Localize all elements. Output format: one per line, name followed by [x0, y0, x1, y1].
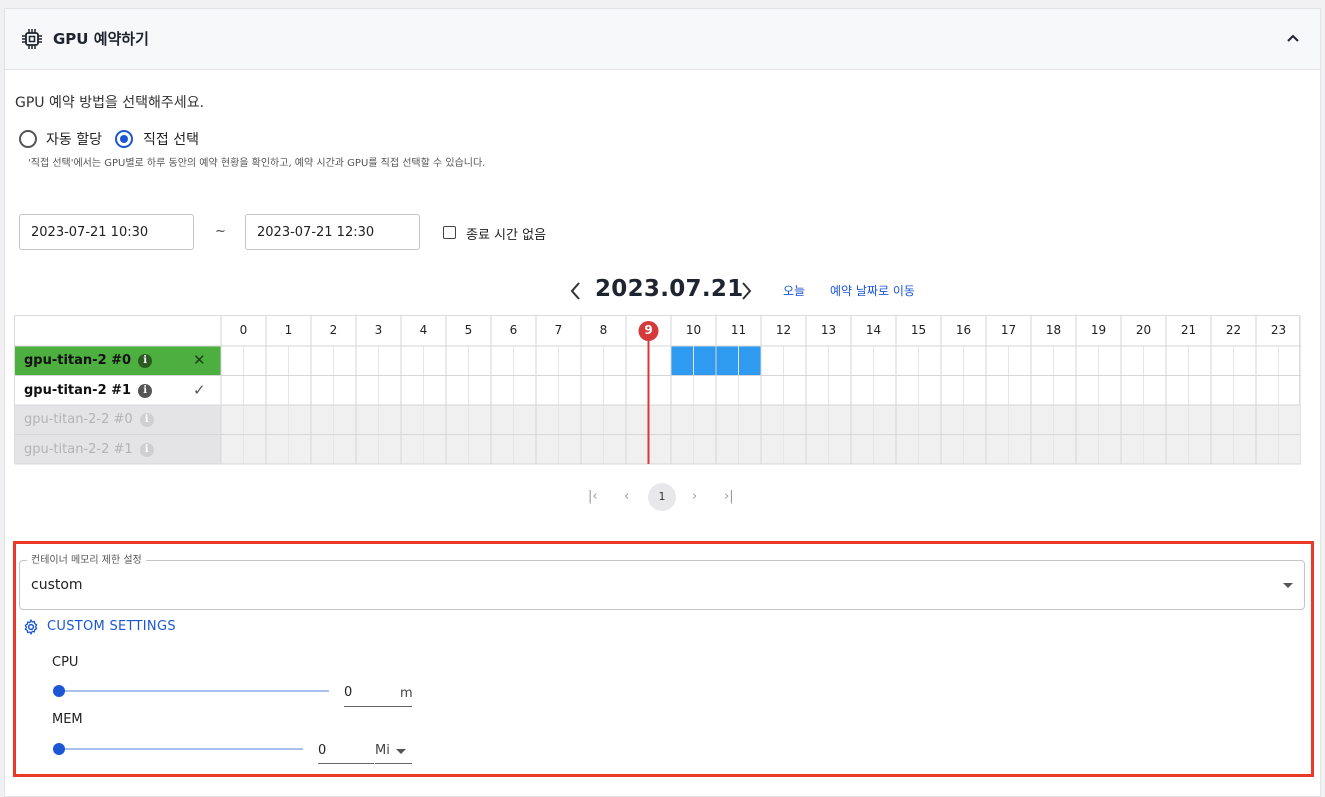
hour-label: 5	[464, 323, 473, 337]
goto-reservation-date-link[interactable]: 예약 날짜로 이동	[830, 282, 915, 299]
gpu-row-3: gpu-titan-2-2 #1 i	[15, 435, 221, 464]
radio-manual[interactable]	[115, 130, 133, 148]
mem-slider-thumb[interactable]	[53, 743, 65, 755]
mem-unit-select[interactable]: Mi	[375, 743, 390, 758]
page-1-button[interactable]: 1	[648, 483, 676, 511]
mem-input-underline	[318, 763, 374, 764]
prev-day-icon[interactable]	[568, 281, 584, 301]
mem-slider-track[interactable]	[59, 748, 303, 750]
schedule-grid: 0 1 2 3 4 5 6 7 8 9 10 11 12 13 14 15 16 17 18 19 20 21 22 23 g…	[14, 315, 1301, 465]
end-datetime-input[interactable]: 2023-07-21 12:30	[245, 214, 420, 250]
memory-limit-legend: 컨테이너 메모리 제한 설정	[27, 551, 146, 566]
gpu-row-1[interactable]: gpu-titan-2 #1 i ✓	[15, 376, 221, 405]
hour-label: 9	[644, 323, 653, 337]
hour-label: 13	[820, 323, 837, 337]
info-icon[interactable]: i	[139, 413, 154, 427]
info-icon[interactable]: i	[138, 383, 153, 398]
today-link[interactable]: 오늘	[783, 282, 805, 299]
cpu-unit: m	[400, 686, 413, 701]
start-datetime-input[interactable]: 2023-07-21 10:30	[19, 214, 194, 250]
hour-label: 20	[1135, 323, 1152, 337]
hour-label: 7	[554, 323, 563, 337]
chip-icon	[22, 29, 42, 49]
cpu-input-underline	[344, 706, 412, 707]
hour-label: 12	[775, 323, 792, 337]
mem-unit-caret-icon[interactable]	[396, 749, 406, 754]
hour-label: 15	[910, 323, 927, 337]
no-end-time-label[interactable]: 종료 시간 없음	[466, 224, 546, 243]
gpu-name: gpu-titan-2-2 #1	[24, 441, 133, 457]
cpu-input[interactable]: 0	[344, 685, 352, 700]
hour-label: 3	[374, 323, 383, 337]
hour-label: 17	[1000, 323, 1017, 337]
info-icon[interactable]: i	[139, 442, 154, 457]
hour-label: 19	[1090, 323, 1107, 337]
dropdown-caret-icon[interactable]	[1283, 583, 1293, 588]
cpu-slider-track[interactable]	[59, 690, 329, 692]
last-page-button[interactable]: ›|	[724, 489, 734, 504]
hour-label: 18	[1045, 323, 1062, 337]
method-instruction: GPU 예약 방법을 선택해주세요.	[15, 95, 205, 111]
hour-label: 11	[730, 323, 747, 337]
mem-input[interactable]: 0	[318, 743, 326, 758]
gpu-name: gpu-titan-2 #0	[24, 353, 132, 368]
next-page-button[interactable]: ›	[692, 489, 697, 504]
deselect-icon[interactable]: ✕	[193, 351, 206, 369]
cpu-label: CPU	[52, 655, 79, 670]
next-day-icon[interactable]	[738, 281, 754, 301]
info-icon[interactable]: i	[138, 354, 153, 368]
range-separator: ~	[215, 224, 226, 239]
schedule-date: 2023.07.21	[595, 276, 744, 302]
radio-auto[interactable]	[19, 130, 37, 148]
chevron-up-icon[interactable]	[1285, 31, 1301, 47]
first-page-button[interactable]: |‹	[588, 489, 598, 504]
panel-title: GPU 예약하기	[53, 30, 149, 48]
gpu-row-0[interactable]: gpu-titan-2 #0 i ✕	[15, 346, 221, 375]
hour-label: 8	[599, 323, 608, 337]
hour-label: 21	[1180, 323, 1197, 337]
mem-label: MEM	[52, 712, 83, 727]
hour-label: 14	[865, 323, 882, 337]
gpu-name: gpu-titan-2 #1	[24, 382, 132, 398]
prev-page-button[interactable]: ‹	[624, 489, 629, 504]
gpu-row-2: gpu-titan-2-2 #0 i	[15, 405, 221, 434]
hour-label: 2	[329, 323, 338, 337]
custom-settings-toggle[interactable]: CUSTOM SETTINGS	[47, 619, 176, 634]
no-end-time-checkbox[interactable]	[443, 226, 456, 239]
hour-label: 10	[685, 323, 702, 337]
select-check-icon[interactable]: ✓	[193, 381, 206, 399]
hour-label: 1	[284, 323, 293, 337]
gear-icon[interactable]	[23, 619, 39, 635]
method-note: '직접 선택'에서는 GPU별로 하루 동안의 예약 현황을 확인하고, 예약 …	[28, 158, 486, 169]
memory-limit-value[interactable]: custom	[31, 577, 83, 593]
cpu-slider-thumb[interactable]	[53, 685, 65, 697]
hour-label: 6	[509, 323, 518, 337]
radio-auto-label[interactable]: 자동 할당	[46, 129, 102, 149]
mem-unit-underline	[375, 763, 412, 764]
panel-header[interactable]: GPU 예약하기	[5, 9, 1320, 70]
gpu-name: gpu-titan-2-2 #0	[24, 412, 133, 427]
hour-label: 4	[419, 323, 428, 337]
hour-label: 16	[955, 323, 972, 337]
hour-label: 22	[1225, 323, 1242, 337]
memory-limit-select[interactable]	[19, 560, 1305, 610]
hour-label: 0	[239, 323, 248, 337]
hour-label: 23	[1270, 323, 1287, 337]
radio-manual-label[interactable]: 직접 선택	[143, 129, 199, 149]
